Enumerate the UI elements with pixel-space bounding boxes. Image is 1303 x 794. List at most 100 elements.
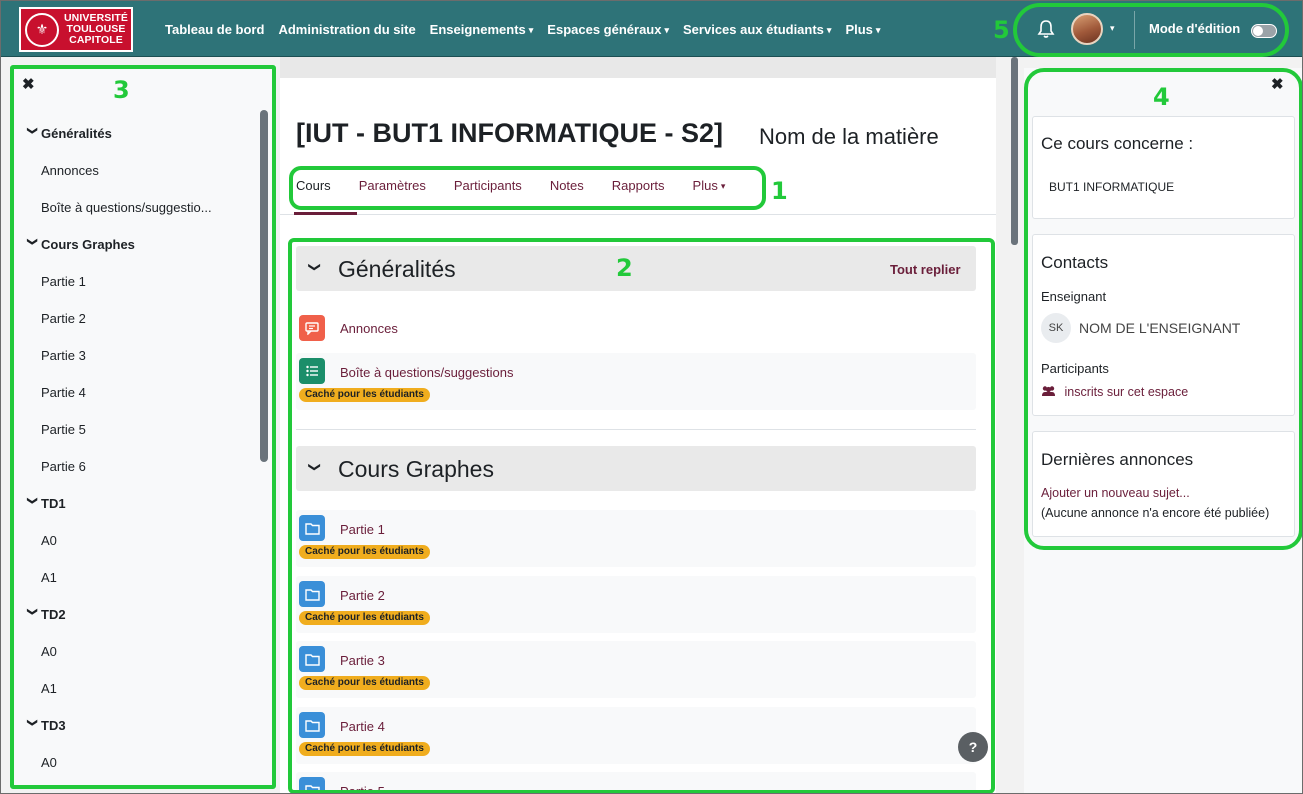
tab-rapports[interactable]: Rapports [612,178,665,200]
section-header-generalites: ❯ Généralités [296,246,976,291]
block-title: Contacts [1041,253,1109,272]
user-avatar[interactable] [1071,13,1103,45]
page-scrollbar[interactable] [1011,57,1018,245]
chevron-down-icon: ▾ [664,25,670,35]
course-index-drawer: ✖ ❯ Généralités Annonces Boîte à question… [10,65,276,789]
index-item[interactable]: A0 [41,644,57,659]
teacher-name[interactable]: NOM DE L'ENSEIGNANT [1079,320,1240,336]
annotation-number-2: 2 [616,254,633,282]
tabs-divider [280,214,996,215]
activity-row: Partie 5 [296,772,976,794]
course-category: BUT1 INFORMATIQUE [1049,180,1175,194]
nav-site-admin[interactable]: Administration du site [278,22,415,37]
index-item[interactable]: Partie 1 [41,274,86,289]
block-contacts: Contacts Enseignant SK NOM DE L'ENSEIGNA… [1032,234,1295,416]
activity-link[interactable]: Partie 4 [340,719,385,734]
activity-link[interactable]: Partie 2 [340,588,385,603]
activity-row: Boîte à questions/suggestions Caché pour… [296,353,976,410]
tab-participants[interactable]: Participants [454,178,522,200]
folder-icon [299,646,325,672]
primary-navigation: Tableau de bord Administration du site E… [165,1,894,58]
folder-icon [299,515,325,541]
activity-row: Partie 2 Caché pour les étudiants [296,576,976,633]
chevron-down-icon: ❯ [26,237,38,246]
index-item[interactable]: Partie 6 [41,459,86,474]
folder-icon [299,712,325,738]
block-title: Dernières annonces [1041,450,1194,469]
index-item[interactable]: A0 [41,533,57,548]
block-latest-announcements: Dernières annonces Ajouter un nouveau su… [1032,431,1295,537]
index-item[interactable]: Partie 2 [41,311,86,326]
nav-enseignements[interactable]: Enseignements ▾ [430,22,534,37]
index-section-td3[interactable]: ❯ TD3 [23,718,66,733]
bell-icon[interactable] [1037,19,1055,39]
hidden-badge: Caché pour les étudiants [299,742,430,756]
users-icon [1041,385,1059,399]
hidden-badge: Caché pour les étudiants [299,611,430,625]
index-item[interactable]: A1 [41,681,57,696]
folder-icon [299,777,325,794]
tab-cours[interactable]: Cours [296,178,331,200]
participants-label: Participants [1041,361,1109,376]
close-icon[interactable]: ✖ [1271,75,1284,93]
index-item[interactable]: Partie 4 [41,385,86,400]
index-section-td2[interactable]: ❯ TD2 [23,607,66,622]
activity-row: Partie 4 Caché pour les étudiants [296,707,976,764]
tab-plus[interactable]: Plus ▾ [693,178,726,200]
collapse-all-link[interactable]: Tout replier [890,262,961,277]
index-item[interactable]: Boîte à questions/suggestio... [41,200,212,215]
participants-link[interactable]: inscrits sur cet espace [1041,385,1188,399]
chevron-down-icon: ❯ [26,126,38,135]
chevron-down-icon[interactable]: ❯ [308,262,322,272]
section-title[interactable]: Cours Graphes [338,456,494,483]
section-header-cours-graphes: ❯ Cours Graphes [296,446,976,491]
chevron-down-icon: ▾ [875,25,881,35]
activity-row: Partie 1 Caché pour les étudiants [296,510,976,567]
chevron-down-icon: ❯ [26,607,38,616]
index-item[interactable]: A0 [41,755,57,770]
forum-icon [299,315,325,341]
activity-link[interactable]: Partie 5 [340,784,385,794]
drawer-scrollbar[interactable] [260,110,268,462]
course-title: [IUT - BUT1 INFORMATIQUE - S2] [296,118,723,148]
help-button[interactable]: ? [958,732,988,762]
annotation-number-1: 1 [771,177,788,205]
logo-text: UNIVERSITÉ TOULOUSE CAPITOLE [64,13,128,46]
nav-espaces-generaux[interactable]: Espaces généraux ▾ [547,22,669,37]
edit-mode-toggle[interactable] [1251,24,1277,38]
no-announcements-text: (Aucune annonce n'a encore été publiée) [1041,506,1270,520]
activity-link[interactable]: Partie 1 [340,522,385,537]
activity-link[interactable]: Partie 3 [340,653,385,668]
hidden-badge: Caché pour les étudiants [299,545,430,559]
course-subtitle: Nom de la matière [759,124,939,149]
hidden-badge: Caché pour les étudiants [299,676,430,690]
index-item[interactable]: Annonces [41,163,99,178]
edit-mode-label: Mode d'édition [1149,21,1241,36]
add-topic-link[interactable]: Ajouter un nouveau sujet... [1041,486,1190,500]
tab-notes[interactable]: Notes [550,178,584,200]
activity-link[interactable]: Annonces [340,321,398,336]
index-item[interactable]: Partie 3 [41,348,86,363]
index-section-cours-graphes[interactable]: ❯ Cours Graphes [23,237,135,252]
section-title[interactable]: Généralités [338,256,456,283]
chevron-down-icon[interactable]: ❯ [308,462,322,472]
annotation-number-5: 5 [993,16,1010,44]
index-item[interactable]: Partie 5 [41,422,86,437]
nav-services-etudiants[interactable]: Services aux étudiants ▾ [683,22,831,37]
chevron-down-icon: ▾ [826,25,832,35]
index-item[interactable]: A1 [41,570,57,585]
active-tab-indicator [294,212,357,215]
index-section-td1[interactable]: ❯ TD1 [23,496,66,511]
index-section-generalites[interactable]: ❯ Généralités [23,126,112,141]
chevron-down-icon[interactable]: ▾ [1110,23,1115,34]
activity-row: Partie 3 Caché pour les étudiants [296,641,976,698]
nav-plus[interactable]: Plus ▾ [845,22,880,37]
activity-row: Annonces [296,308,976,348]
activity-link[interactable]: Boîte à questions/suggestions [340,365,513,380]
tab-parametres[interactable]: Paramètres [359,178,426,200]
teacher-avatar: SK [1041,313,1071,343]
seal-icon: ⚜ [25,12,59,47]
close-icon[interactable]: ✖ [22,75,35,93]
nav-dashboard[interactable]: Tableau de bord [165,22,264,37]
university-logo[interactable]: ⚜ UNIVERSITÉ TOULOUSE CAPITOLE [19,7,133,52]
